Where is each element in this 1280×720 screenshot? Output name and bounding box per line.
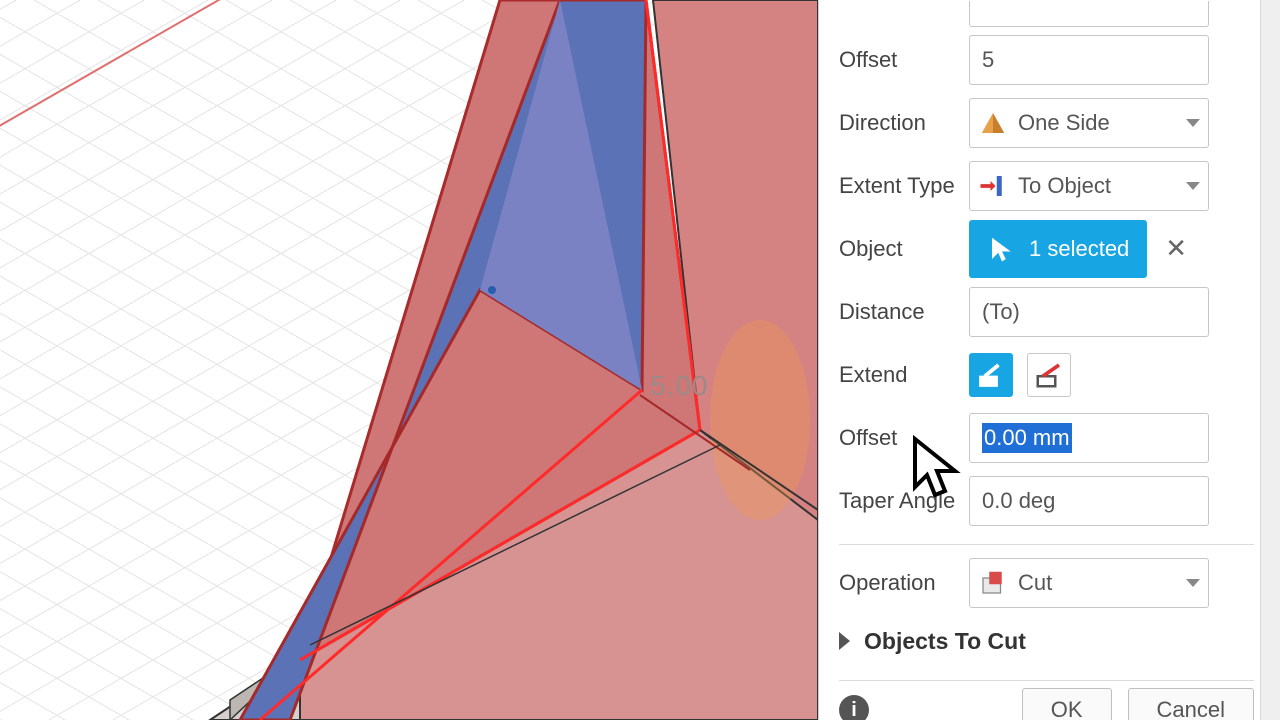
taper-input[interactable] (969, 476, 1209, 526)
extent-type-value: To Object (1018, 173, 1111, 199)
divider (839, 544, 1254, 545)
cut-icon (978, 568, 1008, 598)
operation-label: Operation (839, 570, 969, 596)
extend-perpendicular-toggle[interactable] (969, 353, 1013, 397)
chevron-down-icon (1186, 579, 1200, 587)
extent-type-dropdown[interactable]: To Object (969, 161, 1209, 211)
viewport-3d[interactable]: 5.00 (0, 0, 818, 720)
model-geometry (0, 0, 818, 720)
taper-label: Taper Angle (839, 488, 969, 514)
objects-to-cut-expander[interactable]: Objects To Cut (839, 614, 1254, 668)
cursor-icon (987, 234, 1017, 264)
extend-perp-icon (976, 360, 1006, 390)
object-selection-chip[interactable]: 1 selected (969, 220, 1147, 278)
expander-label: Objects To Cut (864, 628, 1026, 655)
info-icon[interactable]: i (839, 695, 869, 720)
offset1-input[interactable] (969, 35, 1209, 85)
divider (839, 680, 1254, 681)
distance-label: Distance (839, 299, 969, 325)
chevron-down-icon (1186, 182, 1200, 190)
direction-value: One Side (1018, 110, 1110, 136)
properties-panel: Offset Direction One Side Extent Type To… (818, 0, 1280, 720)
offset2-input[interactable]: 0.00 mm (969, 413, 1209, 463)
offset2-value-selected: 0.00 mm (982, 423, 1072, 453)
ok-button[interactable]: OK (1022, 688, 1112, 720)
extend-tangent-icon (1034, 360, 1064, 390)
chevron-down-icon (1186, 119, 1200, 127)
extent-type-label: Extent Type (839, 173, 969, 199)
direction-dropdown[interactable]: One Side (969, 98, 1209, 148)
operation-dropdown[interactable]: Cut (969, 558, 1209, 608)
to-object-icon (978, 171, 1008, 201)
panel-scrollbar[interactable] (1260, 0, 1280, 720)
dimension-label: 5.00 (650, 370, 709, 402)
extend-label: Extend (839, 362, 969, 388)
extend-tangent-toggle[interactable] (1027, 353, 1071, 397)
clear-selection-button[interactable]: ✕ (1165, 233, 1187, 264)
top-cropped-input[interactable] (969, 1, 1209, 27)
offset2-label: Offset (839, 425, 969, 451)
object-chip-text: 1 selected (1029, 236, 1129, 262)
cancel-button[interactable]: Cancel (1128, 688, 1254, 720)
operation-value: Cut (1018, 570, 1052, 596)
one-side-icon (978, 108, 1008, 138)
object-label: Object (839, 236, 969, 262)
expander-triangle-icon (839, 632, 850, 650)
direction-label: Direction (839, 110, 969, 136)
offset1-label: Offset (839, 47, 969, 73)
distance-input[interactable] (969, 287, 1209, 337)
